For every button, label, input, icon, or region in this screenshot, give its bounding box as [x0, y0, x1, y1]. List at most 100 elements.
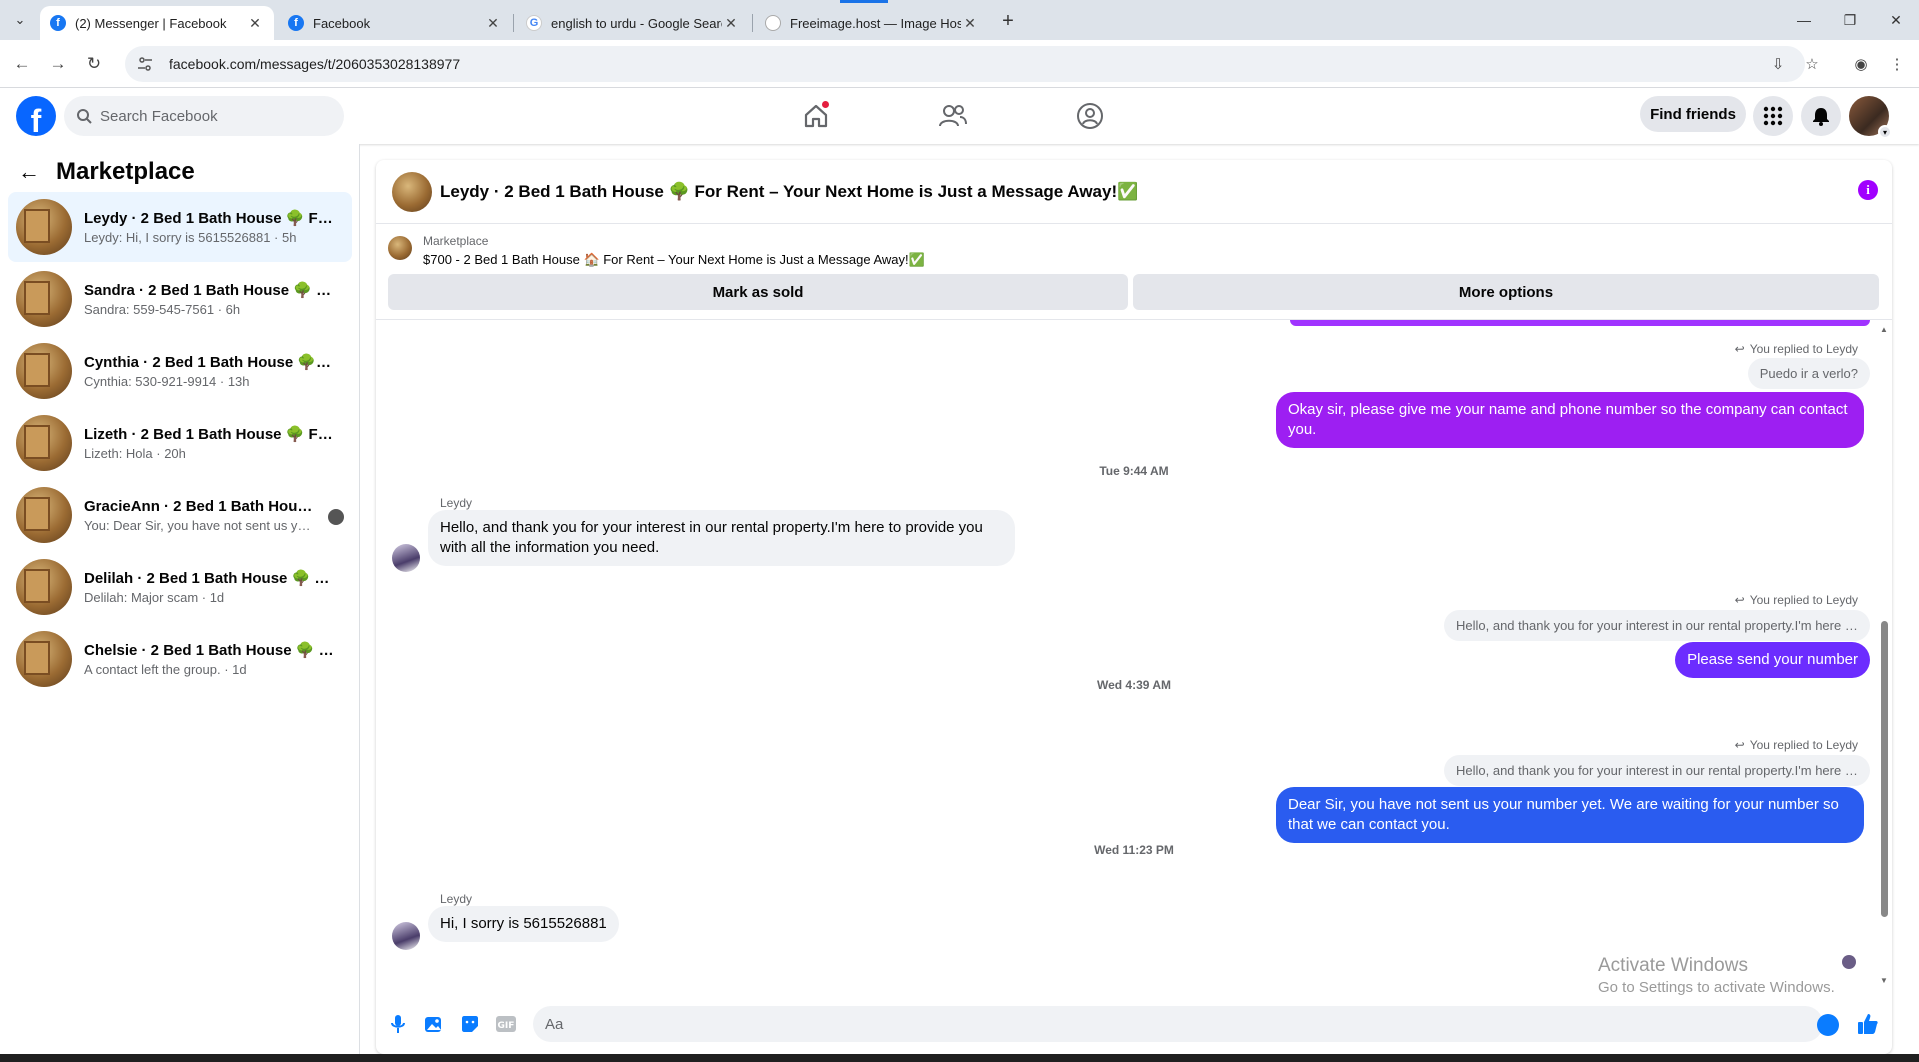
back-arrow-icon[interactable]: ← — [18, 159, 40, 185]
facebook-icon: f — [288, 15, 304, 31]
conversation-preview: Lizeth: Hola · 20h — [84, 446, 186, 461]
reply-label: You replied to Leydy — [1749, 738, 1858, 752]
close-tab-icon[interactable]: ✕ — [722, 14, 740, 32]
contact-avatar[interactable] — [392, 544, 420, 572]
scroll-up-icon[interactable]: ▲ — [1880, 325, 1888, 334]
menu-grid-button[interactable] — [1753, 96, 1793, 136]
listing-thumbnail — [16, 199, 72, 255]
microphone-icon[interactable] — [386, 1012, 410, 1036]
conversation-item[interactable]: Lizeth · 2 Bed 1 Bath House 🌳 For Rent –… — [8, 408, 352, 478]
message-scrollbar[interactable]: ▲ ▼ — [1878, 325, 1890, 985]
conversation-item[interactable]: Delilah · 2 Bed 1 Bath House 🌳 For Rent … — [8, 552, 352, 622]
emoji-icon[interactable] — [1817, 1014, 1839, 1036]
find-friends-button[interactable]: Find friends — [1640, 96, 1746, 132]
incoming-message[interactable]: Hi, I sorry is 5615526881 — [428, 906, 619, 942]
conversation-item[interactable]: GracieAnn · 2 Bed 1 Bath House 🌳 For Ren… — [8, 480, 352, 550]
conversation-item[interactable]: Leydy · 2 Bed 1 Bath House 🌳 For Rent – … — [8, 192, 352, 262]
scrollbar-thumb[interactable] — [1881, 621, 1888, 917]
listing-thumbnail — [16, 559, 72, 615]
mark-as-sold-button[interactable]: Mark as sold — [388, 274, 1128, 310]
forward-icon[interactable]: → — [46, 52, 70, 76]
like-thumb-icon[interactable] — [1854, 1010, 1882, 1038]
bookmark-star-icon[interactable]: ☆ — [1800, 52, 1824, 76]
quoted-message[interactable]: Hello, and thank you for your interest i… — [1444, 610, 1870, 641]
profile-icon[interactable]: ◉ — [1849, 52, 1873, 76]
tab-title: Freeimage.host — Image Hosting — [790, 15, 961, 31]
conversation-item[interactable]: Cynthia · 2 Bed 1 Bath House 🌳 For Rent … — [8, 336, 352, 406]
outgoing-message[interactable]: Okay sir, please give me your name and p… — [1276, 392, 1864, 448]
reply-indicator: ↩ You replied to Leydy — [1735, 593, 1858, 607]
listing-avatar — [388, 236, 412, 260]
restore-icon[interactable]: ❐ — [1827, 0, 1873, 40]
friends-icon — [939, 105, 967, 127]
conversation-name: GracieAnn · 2 Bed 1 Bath House 🌳 For Ren… — [84, 498, 316, 515]
scroll-down-icon[interactable]: ▼ — [1880, 976, 1888, 985]
tab-freeimage[interactable]: Freeimage.host — Image Hosting ✕ — [755, 6, 989, 40]
incoming-message[interactable]: Hello, and thank you for your interest i… — [428, 510, 1015, 566]
listing-description[interactable]: $700 - 2 Bed 1 Bath House 🏠 For Rent – Y… — [423, 252, 925, 268]
outgoing-message[interactable]: Dear Sir, you have not sent us your numb… — [1276, 787, 1864, 843]
chat-avatar[interactable] — [392, 171, 432, 212]
google-icon: G — [526, 15, 542, 31]
svg-text:GIF: GIF — [498, 1021, 515, 1031]
outgoing-message[interactable]: Please send your number — [1675, 642, 1870, 678]
close-tab-icon[interactable]: ✕ — [246, 14, 264, 32]
url-text: facebook.com/messages/t/2060353028138977 — [169, 56, 461, 72]
tab-title: Facebook — [313, 15, 371, 31]
timestamp: Wed 4:39 AM — [1096, 678, 1171, 692]
conversation-item[interactable]: Chelsie · 2 Bed 1 Bath House 🌳 For Rent … — [8, 624, 352, 694]
site-settings-icon[interactable] — [137, 55, 155, 73]
more-options-button[interactable]: More options — [1133, 274, 1879, 310]
tab-facebook[interactable]: f Facebook ✕ — [278, 6, 512, 40]
minimize-icon[interactable]: — — [1781, 0, 1827, 40]
listing-thumbnail — [16, 487, 72, 543]
reply-icon: ↩ — [1734, 342, 1745, 356]
quoted-message[interactable]: Puedo ir a verlo? — [1747, 358, 1870, 389]
tab-search-dropdown-icon[interactable]: ⌄ — [8, 8, 32, 32]
message-composer: GIF Aa — [376, 994, 1892, 1054]
reply-icon: ↩ — [1734, 738, 1745, 752]
notifications-button[interactable] — [1801, 96, 1841, 136]
sticker-icon[interactable] — [458, 1012, 482, 1036]
listing-thumbnail — [16, 271, 72, 327]
browser-menu-icon[interactable]: ⋮ — [1885, 52, 1909, 76]
home-nav-button[interactable] — [798, 100, 834, 132]
friends-nav-button[interactable] — [935, 100, 971, 132]
facebook-icon: f — [50, 15, 66, 31]
message-input[interactable]: Aa — [533, 1006, 1823, 1042]
info-icon[interactable]: i — [1858, 180, 1878, 200]
back-icon[interactable]: ← — [10, 52, 34, 76]
marketplace-label: Marketplace — [423, 234, 489, 248]
account-avatar[interactable]: ▾ — [1849, 96, 1892, 139]
search-input[interactable]: Search Facebook — [64, 96, 344, 136]
reply-icon: ↩ — [1734, 593, 1745, 607]
quoted-message[interactable]: Hello, and thank you for your interest i… — [1444, 755, 1870, 786]
conversation-name: Cynthia · 2 Bed 1 Bath House 🌳 For Rent … — [84, 354, 334, 371]
chat-header: Leydy · 2 Bed 1 Bath House 🌳 For Rent – … — [376, 160, 1892, 224]
gif-icon[interactable]: GIF — [494, 1012, 518, 1036]
conversation-name: Chelsie · 2 Bed 1 Bath House 🌳 For Rent … — [84, 642, 334, 659]
facebook-logo-icon[interactable]: f — [16, 96, 56, 136]
conversation-preview: You: Dear Sir, you have not sent us your… — [84, 518, 316, 533]
url-bar[interactable]: facebook.com/messages/t/2060353028138977 — [125, 46, 1805, 82]
chat-title[interactable]: Leydy · 2 Bed 1 Bath House 🌳 For Rent – … — [440, 182, 1138, 202]
tab-google-search[interactable]: G english to urdu - Google Search ✕ — [516, 6, 750, 40]
logo-letter: f — [30, 103, 42, 136]
listing-thumbnail — [16, 415, 72, 471]
close-window-icon[interactable]: ✕ — [1873, 0, 1919, 40]
tab-messenger[interactable]: f (2) Messenger | Facebook ✕ — [40, 6, 274, 40]
groups-nav-button[interactable] — [1072, 100, 1108, 132]
reply-indicator: ↩ You replied to Leydy — [1735, 342, 1858, 356]
reload-icon[interactable]: ↻ — [82, 52, 106, 76]
new-tab-button[interactable]: + — [995, 8, 1021, 34]
listing-thumbnail — [16, 631, 72, 687]
timestamp: Tue 9:44 AM — [1099, 464, 1169, 478]
close-tab-icon[interactable]: ✕ — [961, 14, 979, 32]
conversation-item[interactable]: Sandra · 2 Bed 1 Bath House 🌳 For Rent –… — [8, 264, 352, 334]
tab-divider — [513, 14, 514, 32]
notification-dot — [821, 100, 830, 109]
install-app-icon[interactable]: ⇩ — [1766, 52, 1790, 76]
photo-icon[interactable] — [422, 1012, 446, 1036]
close-tab-icon[interactable]: ✕ — [484, 14, 502, 32]
contact-avatar[interactable] — [392, 922, 420, 950]
